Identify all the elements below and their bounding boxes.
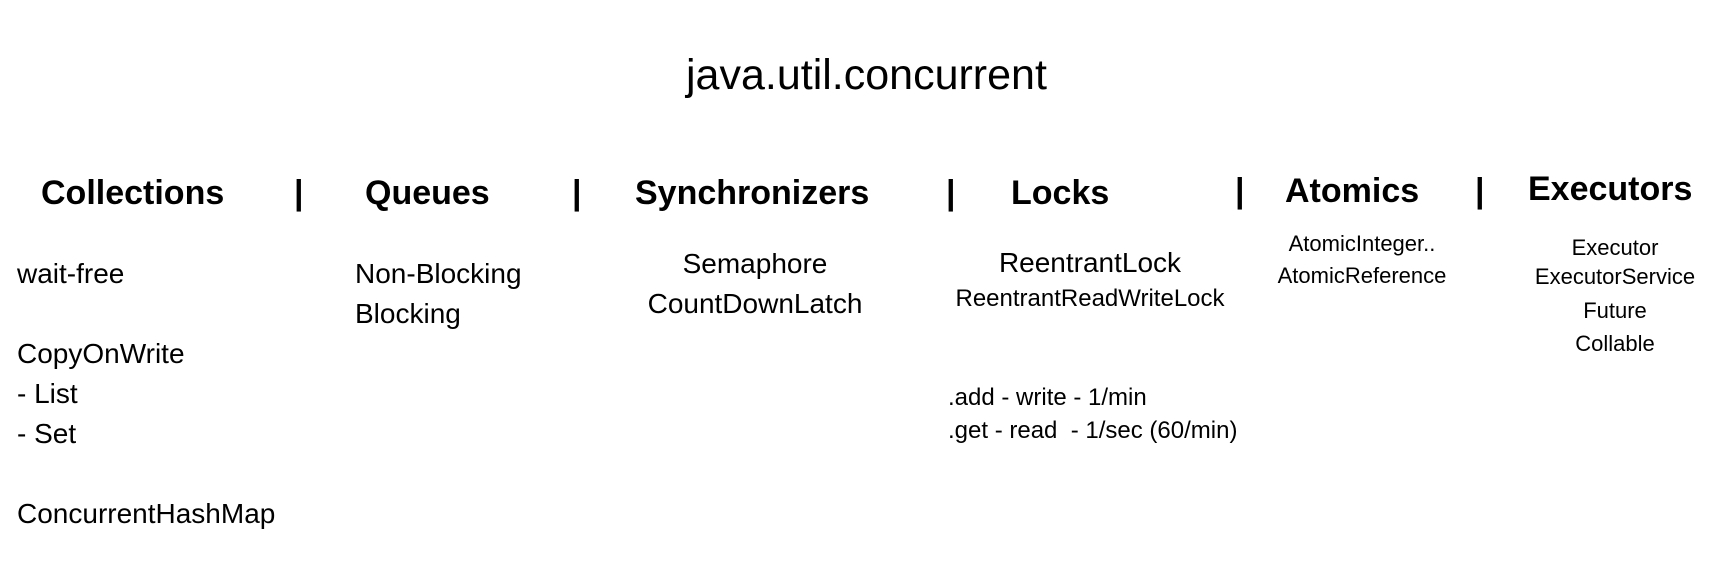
locks-item-reentrantlock: ReentrantLock (998, 247, 1182, 278)
executors-item-executor: Executor (1571, 235, 1659, 260)
separator-5: | (1475, 172, 1485, 210)
collections-item-copyonwrite: CopyOnWrite (17, 338, 185, 369)
separator-3: | (946, 174, 956, 212)
heading-queues: Queues (365, 174, 490, 212)
locks-note-get: .get - read - 1/sec (60/min) (948, 417, 1238, 444)
collections-item-wait-free: wait-free (17, 258, 125, 289)
locks-item-reentrantreadwritelock: ReentrantReadWriteLock (955, 285, 1225, 312)
synchronizers-item-countdownlatch: CountDownLatch (647, 288, 863, 319)
queues-item-blocking: Blocking (355, 298, 461, 329)
collections-item-concurrenthashmap: ConcurrentHashMap (17, 498, 276, 529)
collections-item-set: - Set (17, 418, 77, 449)
separator-1: | (294, 174, 304, 212)
heading-collections: Collections (41, 174, 225, 212)
heading-locks: Locks (1011, 174, 1110, 212)
separator-4: | (1235, 172, 1245, 210)
separator-2: | (572, 174, 582, 212)
executors-item-future: Future (1583, 298, 1647, 323)
executors-item-collable: Collable (1575, 331, 1655, 356)
atomics-item-atomicreference: AtomicReference (1277, 263, 1447, 288)
page-title: java.util.concurrent (686, 51, 1047, 99)
collections-item-list: - List (17, 378, 78, 409)
heading-executors: Executors (1528, 170, 1693, 208)
atomics-item-atomicinteger: AtomicInteger.. (1288, 231, 1436, 256)
executors-item-executorservice: ExecutorService (1534, 264, 1696, 289)
heading-atomics: Atomics (1285, 172, 1420, 210)
synchronizers-item-semaphore: Semaphore (682, 248, 828, 279)
locks-note-add: .add - write - 1/min (948, 384, 1147, 411)
heading-synchronizers: Synchronizers (635, 174, 870, 212)
queues-item-non-blocking: Non-Blocking (355, 258, 522, 289)
